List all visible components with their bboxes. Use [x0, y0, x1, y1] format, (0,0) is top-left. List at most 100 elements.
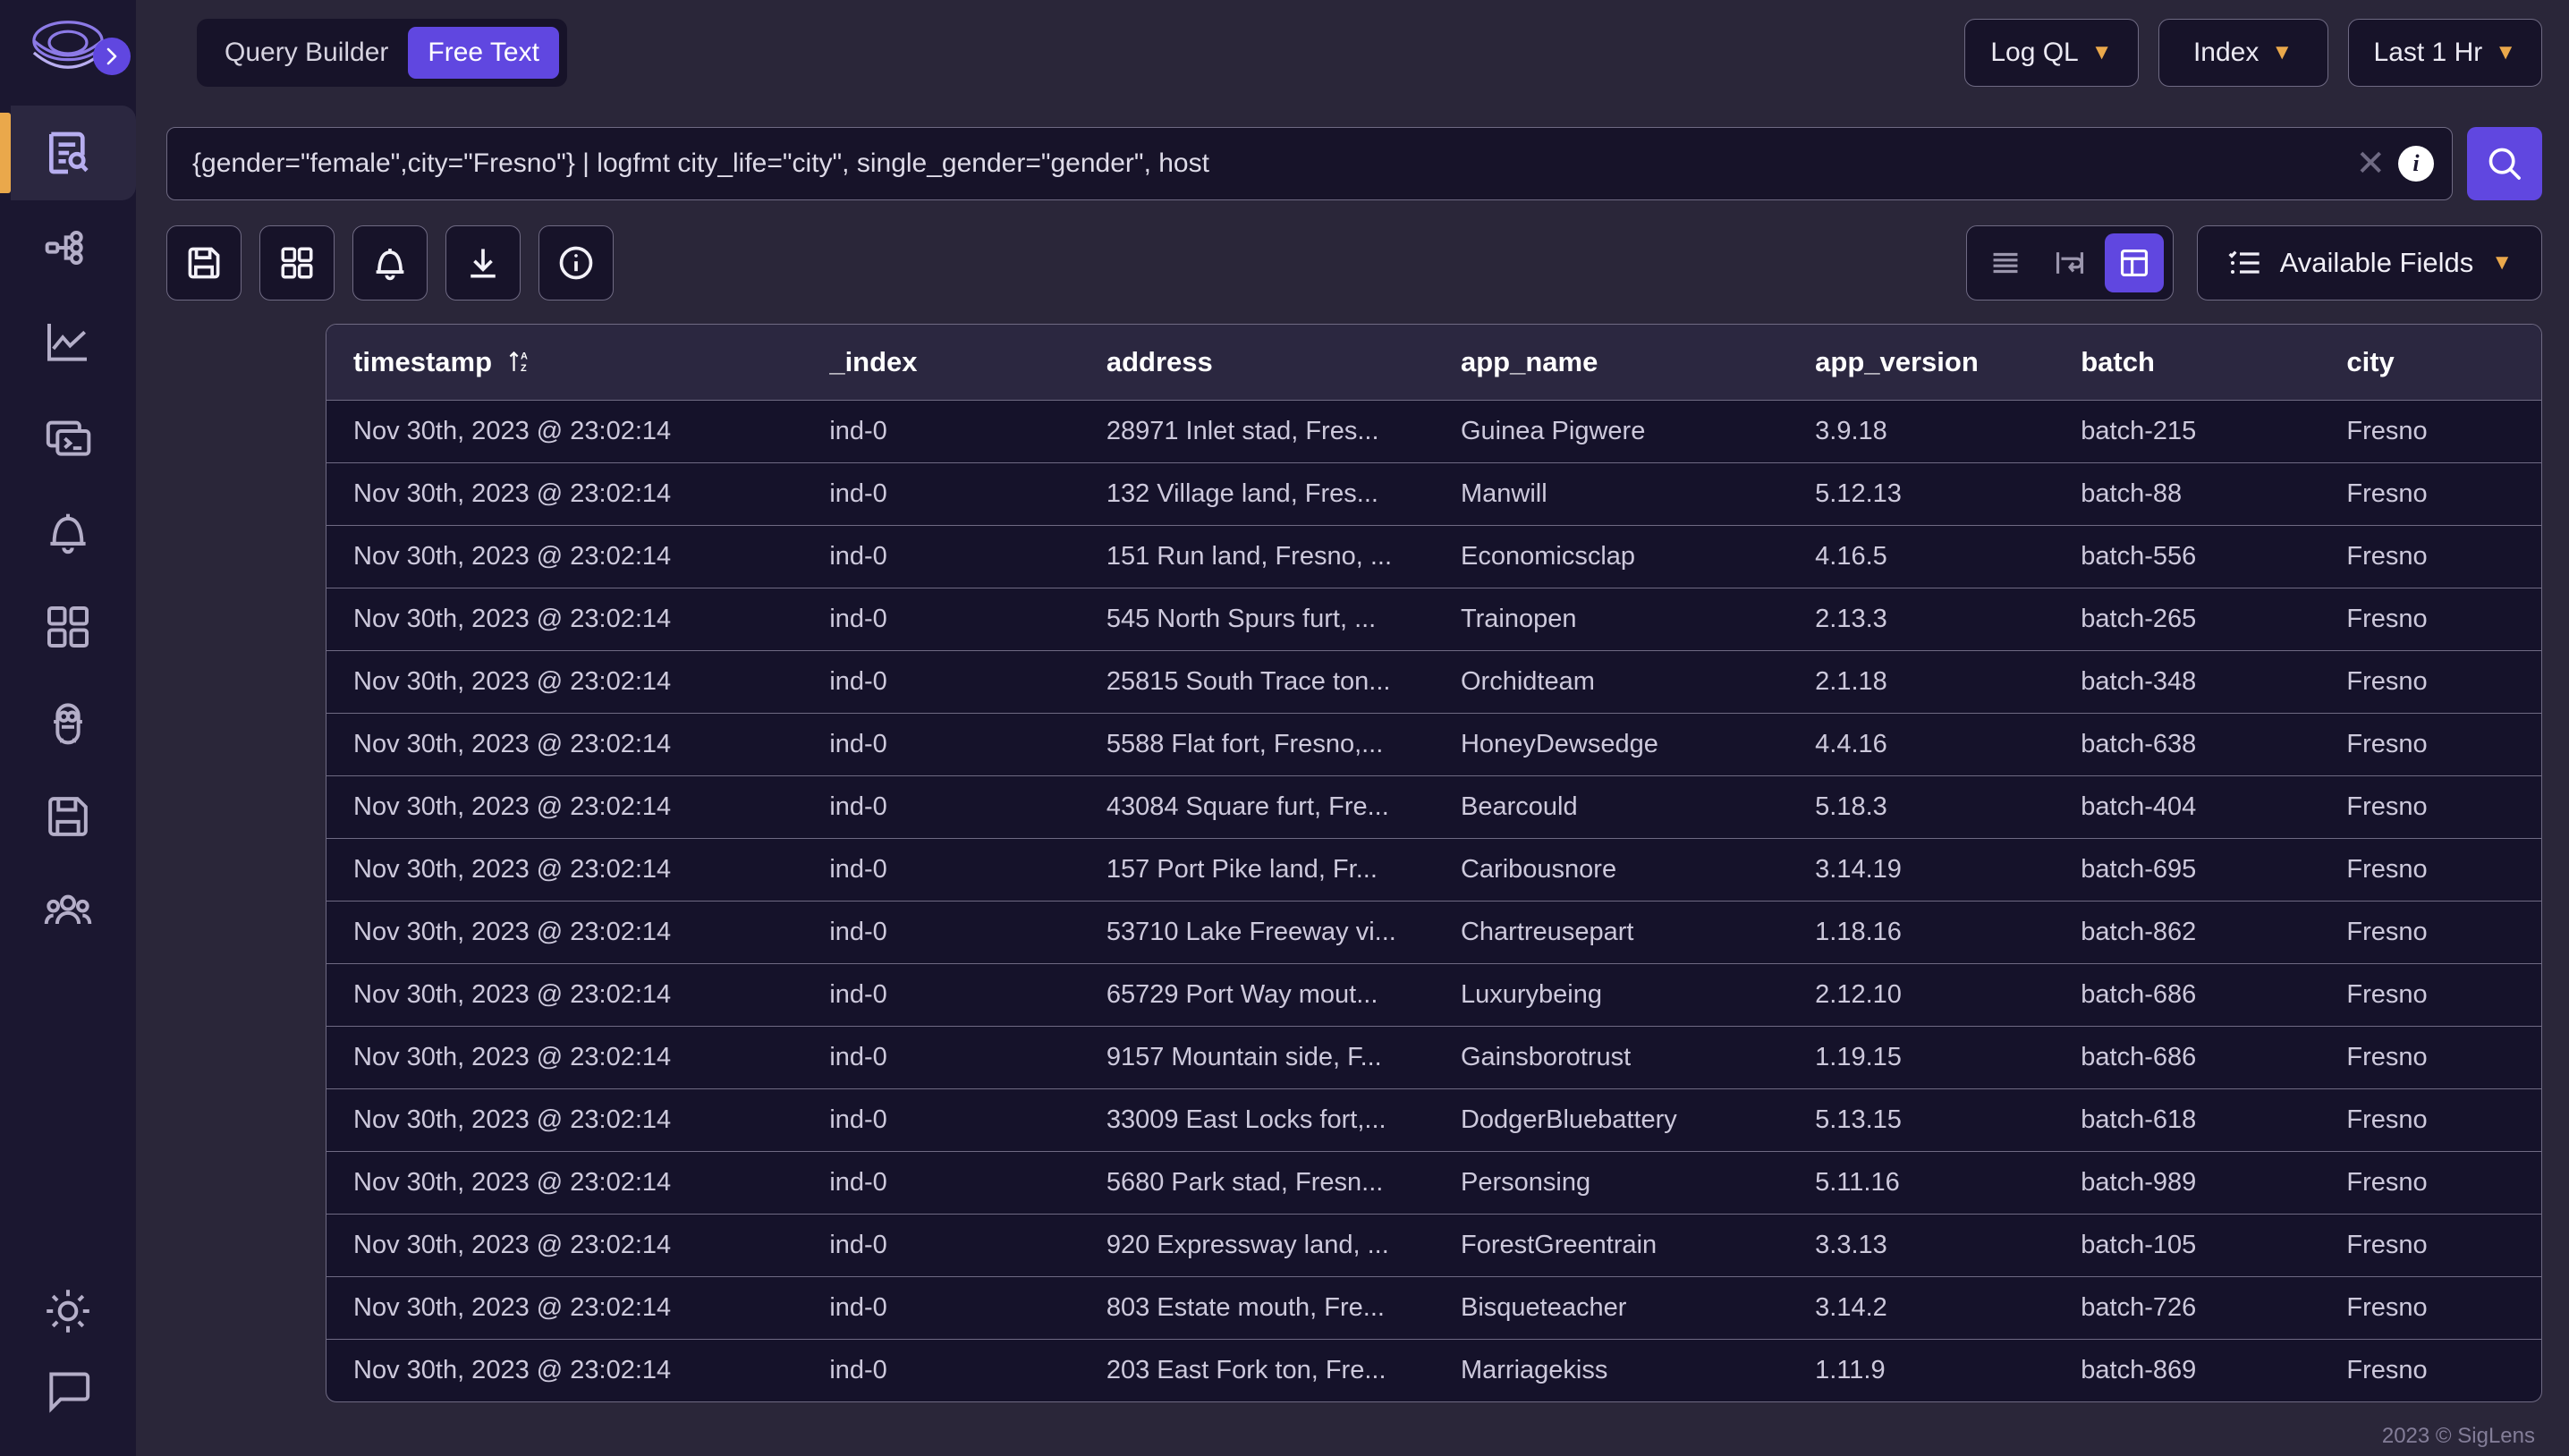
cell-city: Fresno [2319, 713, 2541, 776]
column-header-city[interactable]: city [2319, 325, 2541, 401]
column-header-index[interactable]: _index [802, 325, 1080, 401]
cell-batch: batch-105 [2054, 1214, 2320, 1277]
sidebar-expand-button[interactable] [93, 38, 131, 75]
search-row: {gender="female",city="Fresno"} | logfmt… [166, 127, 2542, 200]
save-floppy-icon [188, 247, 220, 279]
svg-text:A: A [521, 351, 528, 361]
cell-app-version: 2.13.3 [1788, 588, 2055, 651]
time-range-dropdown[interactable]: Last 1 Hr ▼ [2347, 19, 2542, 87]
table-row[interactable]: Nov 30th, 2023 @ 23:02:14 ind-0 33009 East… [326, 1088, 2541, 1152]
info-circle-icon[interactable]: i [2398, 146, 2434, 182]
sidebar-item-saved-queries[interactable] [0, 769, 136, 864]
cell-address: 33009 East Locks fort,... [1079, 1088, 1434, 1152]
column-header-timestamp[interactable]: timestamp A Z [326, 325, 803, 401]
sidebar-item-dashboards[interactable] [0, 580, 136, 674]
sort-az-ascending-icon[interactable]: A Z [507, 348, 530, 375]
chevron-down-icon: ▼ [2495, 40, 2516, 64]
sidebar-item-traces[interactable] [0, 200, 136, 295]
view-toggle-list[interactable] [1976, 233, 2035, 292]
table-row[interactable]: Nov 30th, 2023 @ 23:02:14 ind-0 28971 Inle… [326, 400, 2541, 463]
chevron-down-icon: ▼ [2491, 250, 2513, 275]
clear-search-icon[interactable]: ✕ [2343, 146, 2398, 182]
search-input-wrapper[interactable]: {gender="female",city="Fresno"} | logfmt… [166, 127, 2453, 200]
sidebar-item-feedback[interactable] [0, 1350, 136, 1429]
sidebar-item-logs[interactable] [0, 106, 136, 200]
cell-city: Fresno [2319, 650, 2541, 714]
cell-index: ind-0 [802, 1276, 1080, 1340]
cell-address: 203 East Fork ton, Fre... [1106, 1355, 1386, 1384]
table-row[interactable]: Nov 30th, 2023 @ 23:02:14 ind-0 5680 Park … [326, 1151, 2541, 1215]
column-header-address[interactable]: address [1079, 325, 1434, 401]
cell-timestamp: Nov 30th, 2023 @ 23:02:14 [326, 1276, 803, 1340]
tab-query-builder[interactable]: Query Builder [205, 27, 408, 79]
table-view-icon [2120, 249, 2148, 277]
table-row[interactable]: Nov 30th, 2023 @ 23:02:14 ind-0 25815 Sout… [326, 650, 2541, 714]
cell-index: ind-0 [802, 1026, 1080, 1089]
column-header-app-name[interactable]: app_name [1433, 325, 1789, 401]
sidebar-item-alerting[interactable] [0, 485, 136, 580]
sidebar-item-minion-searches[interactable] [0, 674, 136, 769]
log-ql-dropdown-label: Log QL [1990, 38, 2079, 67]
run-search-button[interactable] [2467, 127, 2542, 200]
search-input[interactable]: {gender="female",city="Fresno"} | logfmt… [192, 148, 2343, 179]
sidebar [0, 0, 136, 1456]
cell-batch: batch-695 [2054, 838, 2320, 902]
table-row[interactable]: Nov 30th, 2023 @ 23:02:14 ind-0 53710 Lake… [326, 901, 2541, 964]
table-body: Nov 30th, 2023 @ 23:02:14 ind-0 28971 Inle… [326, 400, 2541, 1401]
cell-city: Fresno [2319, 838, 2541, 902]
results-table-container: timestamp A Z _index address app_name ap… [326, 324, 2542, 1402]
create-alert-button[interactable] [352, 225, 428, 301]
log-ql-dropdown[interactable]: Log QL ▼ [1964, 19, 2139, 87]
sidebar-item-org-settings[interactable] [0, 864, 136, 959]
table-row[interactable]: Nov 30th, 2023 @ 23:02:14 ind-0 5588 Flat … [326, 713, 2541, 776]
save-query-button[interactable] [166, 225, 242, 301]
cell-address: 5588 Flat fort, Fresno,... [1079, 713, 1434, 776]
cell-batch: batch-618 [2054, 1088, 2320, 1152]
add-to-dashboard-button[interactable] [259, 225, 335, 301]
tool-row: Available Fields ▼ [166, 224, 2542, 302]
index-dropdown[interactable]: Index ▼ [2158, 19, 2328, 87]
cell-timestamp: Nov 30th, 2023 @ 23:02:14 [353, 1355, 672, 1384]
log-search-icon [43, 128, 93, 178]
column-header-app-version[interactable]: app_version [1788, 325, 2055, 401]
cell-timestamp: Nov 30th, 2023 @ 23:02:14 [326, 400, 803, 463]
table-row[interactable]: Nov 30th, 2023 @ 23:02:14 ind-0 9157 Mount… [326, 1026, 2541, 1089]
download-results-button[interactable] [445, 225, 521, 301]
available-fields-label: Available Fields [2279, 247, 2474, 278]
cell-index: ind-0 [802, 400, 1080, 463]
cell-app-name: Bearcould [1433, 775, 1789, 839]
table-row[interactable]: Nov 30th, 2023 @ 23:02:14 ind-0 157 Port P… [326, 838, 2541, 902]
cell-timestamp: Nov 30th, 2023 @ 23:02:14 [326, 713, 803, 776]
table-row[interactable]: Nov 30th, 2023 @ 23:02:14 ind-0 920 Expres… [326, 1214, 2541, 1277]
view-toggle-wrap[interactable] [2040, 233, 2099, 292]
column-header-batch[interactable]: batch [2054, 325, 2320, 401]
list-view-icon [1993, 252, 2018, 274]
chat-bubble-icon [43, 1365, 93, 1415]
brand-logo[interactable] [0, 0, 136, 106]
table-row[interactable]: Nov 30th, 2023 @ 23:02:14 ind-0 545 North … [326, 588, 2541, 651]
cell-app-version: 3.14.2 [1788, 1276, 2055, 1340]
index-dropdown-label: Index [2192, 38, 2260, 67]
cell-batch: batch-862 [2054, 901, 2320, 964]
table-row[interactable]: Nov 30th, 2023 @ 23:02:14 ind-0 151 Run la… [326, 525, 2541, 588]
table-row[interactable]: Nov 30th, 2023 @ 23:02:14 ind-0 203 East F… [326, 1339, 2541, 1401]
cell-address: 157 Port Pike land, Fr... [1079, 838, 1434, 902]
cell-batch: batch-726 [2054, 1276, 2320, 1340]
sidebar-item-live-tail[interactable] [0, 390, 136, 485]
cell-timestamp: Nov 30th, 2023 @ 23:02:14 [326, 525, 803, 588]
view-toggle-table[interactable] [2104, 233, 2164, 292]
cell-address: 151 Run land, Fresno, ... [1079, 525, 1434, 588]
sidebar-item-theme-toggle[interactable] [0, 1272, 136, 1350]
table-row[interactable]: Nov 30th, 2023 @ 23:02:14 ind-0 132 Villag… [326, 462, 2541, 526]
table-row[interactable]: Nov 30th, 2023 @ 23:02:14 ind-0 43084 Squa… [326, 775, 2541, 839]
sidebar-item-metrics[interactable] [0, 295, 136, 390]
main-area: Query Builder Free Text Log QL ▼ Index ▼… [136, 0, 2569, 1456]
cell-app-version: 1.19.15 [1788, 1026, 2055, 1089]
table-row[interactable]: Nov 30th, 2023 @ 23:02:14 ind-0 803 Estate… [326, 1276, 2541, 1340]
table-row[interactable]: Nov 30th, 2023 @ 23:02:14 ind-0 65729 Port… [326, 963, 2541, 1027]
tab-free-text[interactable]: Free Text [408, 27, 559, 79]
svg-text:Z: Z [521, 363, 527, 374]
query-info-button[interactable] [538, 225, 614, 301]
available-fields-dropdown[interactable]: Available Fields ▼ [2196, 225, 2542, 301]
save-floppy-icon [43, 791, 93, 842]
